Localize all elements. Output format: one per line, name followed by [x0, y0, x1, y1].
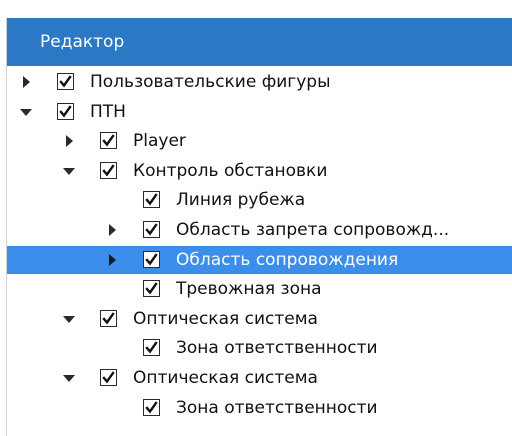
tree-item-label: Оптическая система [133, 308, 318, 329]
visibility-checkbox[interactable] [143, 250, 160, 268]
tree-item-label: ПТН [90, 101, 126, 122]
tree-item-label: Пользовательские фигуры [90, 72, 331, 92]
tree-item[interactable]: Оптическая система [7, 305, 512, 333]
tree-item[interactable]: Линия рубежа [7, 186, 512, 214]
collapse-arrow-icon[interactable] [19, 105, 33, 119]
expand-arrow-icon[interactable] [19, 75, 33, 89]
tree-item-label: Оптическая система [133, 368, 318, 388]
visibility-checkbox[interactable] [143, 221, 160, 238]
expand-arrow-icon[interactable] [105, 223, 119, 237]
panel-title: Редактор [40, 32, 125, 52]
editor-panel: Редактор Пользовательские фигуры ПТН Playe… [6, 18, 512, 436]
tree-item[interactable]: Контроль обстановки [7, 157, 512, 185]
visibility-checkbox[interactable] [143, 191, 160, 209]
tree-item-label: Контроль обстановки [133, 160, 328, 181]
panel-header: Редактор [7, 18, 512, 66]
visibility-checkbox[interactable] [100, 132, 117, 150]
expand-arrow-icon[interactable] [62, 134, 76, 148]
tree-item[interactable]: Пользовательские фигуры [7, 68, 512, 96]
tree-item-label: Зона ответственности [176, 397, 378, 418]
tree-item[interactable]: Оптическая система [7, 364, 512, 392]
tree-item-label: Зона ответственности [176, 338, 378, 359]
visibility-checkbox[interactable] [57, 73, 74, 90]
tree-item-label: Область запрета сопровожд... [176, 220, 450, 240]
collapse-arrow-icon[interactable] [62, 164, 76, 178]
visibility-checkbox[interactable] [143, 339, 160, 357]
collapse-arrow-icon[interactable] [62, 371, 76, 385]
tree-item[interactable]: Тревожная зона [7, 275, 512, 303]
window-top-strip [0, 0, 512, 18]
visibility-checkbox[interactable] [57, 102, 74, 120]
tree-item-label: Область сопровождения [176, 249, 399, 270]
tree-item[interactable]: Область запрета сопровожд... [7, 216, 512, 244]
tree-item[interactable]: Область сопровождения [7, 245, 512, 274]
tree-item-label: Player [133, 131, 186, 152]
tree-item[interactable]: Зона ответственности [7, 334, 512, 362]
tree-item[interactable]: ПТН [7, 98, 512, 126]
tree-item-label: Линия рубежа [176, 190, 306, 211]
tree-item-label: Тревожная зона [176, 279, 322, 300]
visibility-checkbox[interactable] [143, 398, 160, 416]
visibility-checkbox[interactable] [100, 369, 117, 386]
collapse-arrow-icon[interactable] [62, 312, 76, 326]
expand-arrow-icon[interactable] [105, 253, 119, 267]
visibility-checkbox[interactable] [143, 280, 160, 298]
tree-item[interactable]: Зона ответственности [7, 394, 512, 422]
visibility-checkbox[interactable] [100, 161, 117, 179]
tree-item[interactable]: Player [7, 127, 512, 155]
visibility-checkbox[interactable] [100, 309, 117, 327]
